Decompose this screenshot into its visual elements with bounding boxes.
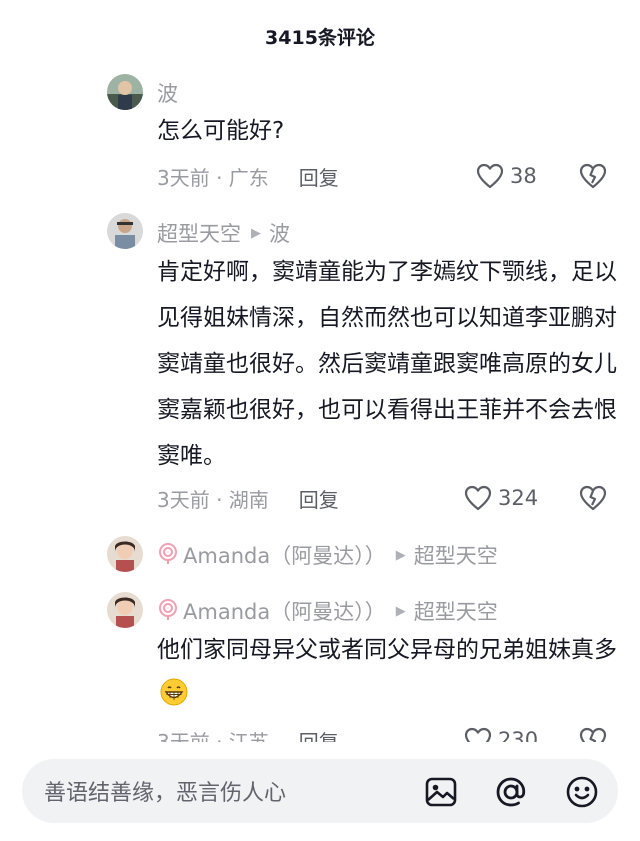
like-count: 324 (498, 486, 539, 510)
avatar[interactable] (107, 536, 143, 572)
reply-to-author[interactable]: 超型天空 (414, 540, 498, 570)
grinning-emoji-icon (160, 678, 188, 706)
like-count: 38 (510, 164, 537, 188)
comment-input[interactable]: 善语结善缘，恶言伤人心 (22, 759, 618, 823)
comment-time-location: 3天前 · 广东 (157, 165, 269, 190)
like-button[interactable]: 38 (476, 159, 537, 193)
heart-outline-icon (464, 485, 492, 511)
reply-arrow-icon: ▶ (251, 225, 261, 241)
lollipop-icon (157, 542, 179, 569)
comment-input-placeholder: 善语结善缘，恶言伤人心 (44, 781, 287, 806)
avatar[interactable] (107, 592, 143, 628)
reply-arrow-icon: ▶ (395, 603, 406, 619)
comment-text: 他们家同母异父或者同父异母的兄弟姐妹真多 (157, 627, 622, 719)
comment-author[interactable]: 波 (157, 78, 178, 108)
emoji-face-icon[interactable] (565, 775, 599, 809)
avatar[interactable] (107, 74, 143, 110)
comment-text-content: 他们家同母异父或者同父异母的兄弟姐妹真多 (157, 637, 617, 663)
comment-text: 怎么可能好? (157, 118, 285, 144)
reply-to-author[interactable]: 超型天空 (414, 596, 498, 626)
comment-time-location: 3天前 · 湖南 (157, 487, 269, 512)
comment-author-row: 波 (157, 78, 178, 108)
comment-author[interactable]: Amanda（阿曼达）） (183, 540, 386, 570)
comment-author-row: 超型天空 ▶ 波 (157, 218, 290, 248)
comment-count-title: 3415条评论 (265, 26, 375, 49)
reply-arrow-icon: ▶ (395, 547, 406, 563)
reply-button[interactable]: 回复 (299, 484, 339, 513)
heart-outline-icon (476, 163, 504, 189)
lollipop-icon (157, 598, 179, 625)
avatar[interactable] (107, 213, 143, 249)
like-button[interactable]: 324 (464, 481, 538, 515)
comment-author-row: Amanda（阿曼达）） ▶ 超型天空 (157, 540, 498, 570)
comment-meta: 3天前 · 广东 回复 (157, 159, 339, 193)
reply-button[interactable]: 回复 (299, 162, 339, 191)
comment-author[interactable]: Amanda（阿曼达）） (183, 596, 386, 626)
comment-input-bar: 善语结善缘，恶言伤人心 (0, 742, 640, 841)
broken-heart-icon[interactable] (578, 483, 608, 513)
comment-text: 肯定好啊，窦靖童能为了李嫣纹下颚线，足以见得姐妹情深，自然而然也可以知道李亚鹏对… (157, 259, 617, 469)
comments-header: 3415条评论 (0, 0, 640, 72)
comment-author-row: Amanda（阿曼达）） ▶ 超型天空 (157, 596, 498, 626)
image-icon[interactable] (424, 775, 458, 809)
reply-to-author[interactable]: 波 (269, 218, 290, 248)
broken-heart-icon[interactable] (578, 161, 608, 191)
comment-author[interactable]: 超型天空 (157, 218, 241, 248)
comment-meta: 3天前 · 湖南 回复 (157, 481, 339, 515)
at-sign-icon[interactable] (494, 775, 528, 809)
